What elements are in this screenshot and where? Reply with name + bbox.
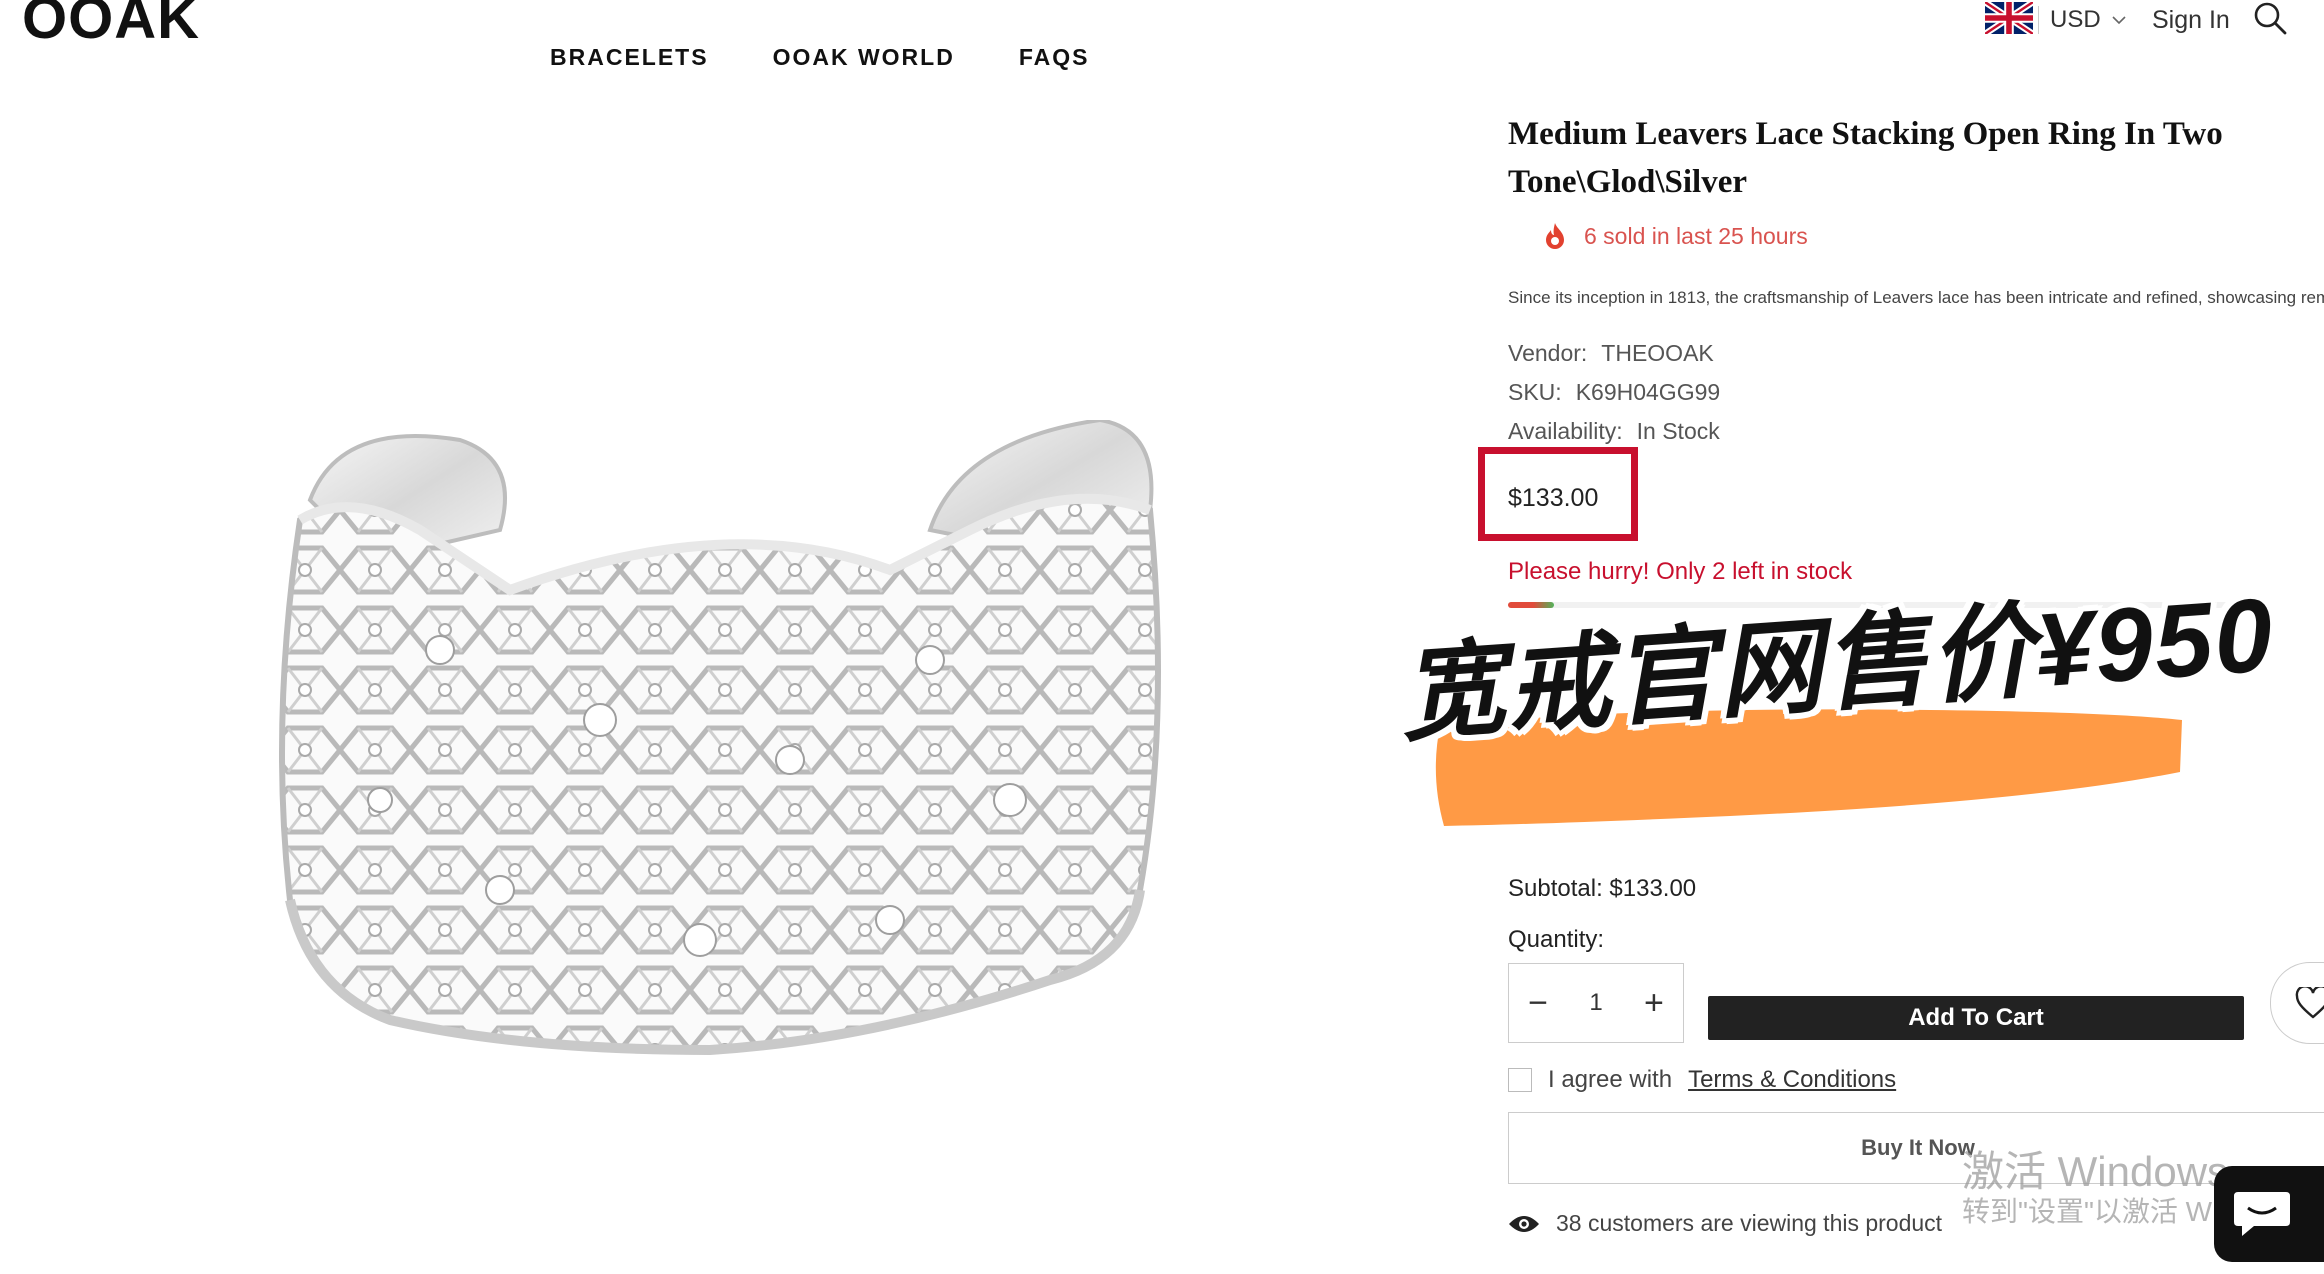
subtotal: Subtotal: $133.00 (1508, 875, 1697, 902)
agree-text: I agree with (1548, 1066, 1673, 1093)
product-description: Since its inception in 1813, the craftsm… (1508, 288, 2324, 307)
nav-item-ooak-world[interactable]: OOAK WORLD (773, 44, 955, 71)
fire-icon (1546, 223, 1564, 249)
product-price: $133.00 (1508, 484, 1599, 512)
viewers-counter: 38 customers are viewing this product (1508, 1210, 1942, 1237)
sold-counter: 6 sold in last 25 hours (1544, 222, 1808, 250)
nav-item-bracelets[interactable]: BRACELETS (550, 44, 709, 71)
terms-checkbox[interactable] (1508, 1068, 1532, 1092)
vendor-value[interactable]: THEOOAK (1601, 340, 1713, 366)
add-to-cart-button[interactable]: Add To Cart (1708, 996, 2244, 1040)
logo[interactable]: OOAK (22, 0, 200, 48)
quantity-stepper: − 1 + (1508, 963, 1684, 1043)
viewers-text: 38 customers are viewing this product (1556, 1210, 1943, 1236)
header-divider (2038, 6, 2039, 34)
availability-label: Availability: (1508, 418, 1623, 444)
availability-value: In Stock (1636, 418, 1720, 444)
search-icon[interactable] (2252, 0, 2288, 36)
main-nav: BRACELETS OOAK WORLD FAQS (550, 44, 1089, 71)
chat-widget-button[interactable] (2214, 1166, 2324, 1262)
terms-agreement: I agree with Terms & Conditions (1508, 1066, 1896, 1094)
terms-link[interactable]: Terms & Conditions (1688, 1066, 1896, 1094)
chevron-down-icon (2112, 16, 2126, 25)
quantity-value[interactable]: 1 (1589, 989, 1602, 1017)
uk-flag-icon[interactable] (1985, 2, 2033, 34)
quantity-label: Quantity: (1508, 926, 1605, 953)
eye-icon (1509, 1215, 1539, 1232)
sku-label: SKU: (1508, 379, 1562, 405)
sku-value: K69H04GG99 (1575, 379, 1721, 405)
sku-row: SKU: K69H04GG99 (1508, 379, 1720, 406)
plus-icon[interactable]: + (1639, 984, 1669, 1023)
minus-icon[interactable]: − (1523, 984, 1553, 1023)
wishlist-button[interactable] (2270, 962, 2324, 1044)
nav-item-faqs[interactable]: FAQS (1019, 44, 1090, 71)
currency-label: USD (2050, 6, 2101, 33)
chat-icon (2234, 1192, 2290, 1236)
vendor-label: Vendor: (1508, 340, 1588, 366)
availability-row: Availability: In Stock (1508, 418, 1720, 445)
sold-text: 6 sold in last 25 hours (1584, 222, 1808, 249)
sign-in-link[interactable]: Sign In (2152, 6, 2230, 35)
product-image[interactable] (270, 420, 1190, 1120)
product-title: Medium Leavers Lace Stacking Open Ring I… (1508, 116, 2223, 200)
heart-icon (2295, 987, 2324, 1019)
vendor-row: Vendor: THEOOAK (1508, 340, 1714, 367)
currency-selector[interactable]: USD (2050, 6, 2127, 34)
